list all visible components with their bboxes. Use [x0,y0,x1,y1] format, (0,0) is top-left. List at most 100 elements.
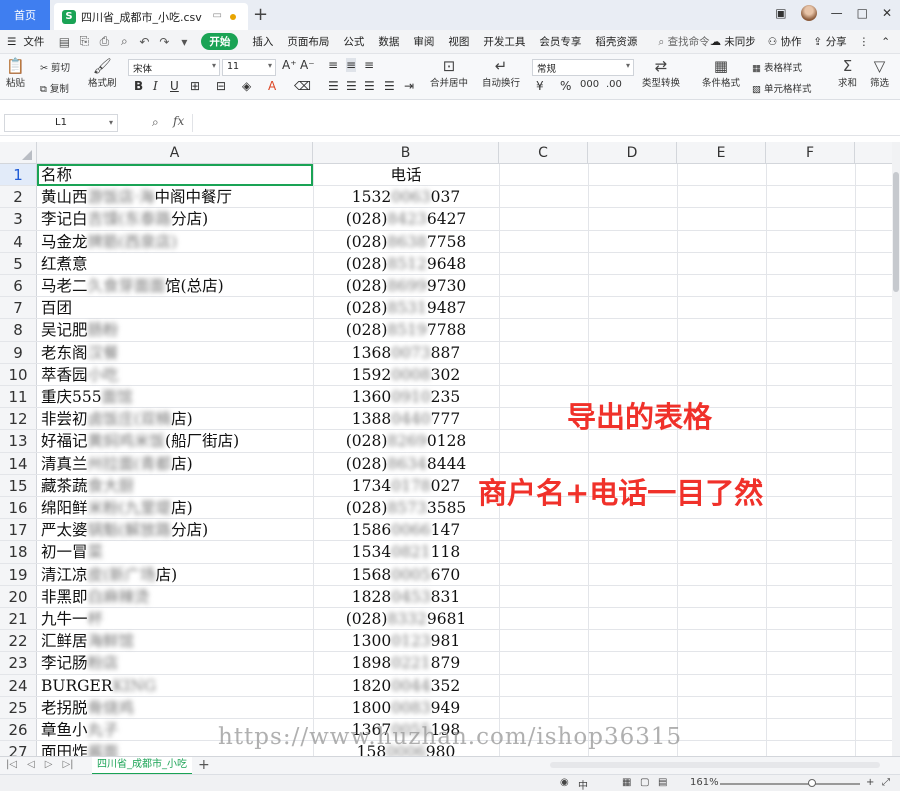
print-icon[interactable]: ⎙ [96,34,112,50]
zoom-slider-knob[interactable] [808,779,816,787]
row-header[interactable]: 11 [0,386,37,408]
row-header[interactable]: 7 [0,297,37,319]
first-sheet-icon[interactable]: |◁ [6,759,17,770]
cell-phone[interactable]: 15920008302 [313,364,499,385]
percent-button[interactable]: % [560,79,571,93]
row-header[interactable]: 23 [0,652,37,674]
cell-name[interactable]: 马老二久食芽面面馆(总店) [41,275,224,296]
column-header-f[interactable]: F [766,142,855,164]
column-header-d[interactable]: D [588,142,677,164]
cell-name[interactable]: 重庆555面馆 [41,386,133,407]
print-preview-icon[interactable]: ⌕ [116,34,132,50]
zoom-in-icon[interactable]: + [866,777,874,788]
cell-phone[interactable]: (028)83329681 [313,608,499,629]
cell-name[interactable]: BURGERKING [41,675,156,696]
select-all-corner[interactable] [0,142,37,164]
cell-phone[interactable]: 13000123981 [313,630,499,651]
page-layout-view-icon[interactable]: ▢ [640,777,649,788]
increase-font-icon[interactable]: A⁺ [282,58,297,72]
row-header[interactable]: 12 [0,408,37,430]
column-header-c[interactable]: C [499,142,588,164]
decrease-font-icon[interactable]: A⁻ [300,58,315,72]
bold-icon[interactable]: B [134,79,143,93]
font-size-select[interactable]: 11 [222,59,276,76]
menu-item-view[interactable]: 视图 [448,34,469,49]
row-header[interactable]: 14 [0,452,37,474]
minimize-icon[interactable]: — [831,6,843,20]
table-style-button[interactable]: ▦ 表格样式 [752,60,802,74]
cell-name[interactable]: 汇鲜居海鲜馆 [41,630,134,651]
layout-icon[interactable]: ▣ [775,6,786,20]
cell-phone[interactable]: 17340178027 [313,475,499,496]
border-icon[interactable]: ⊞ [190,79,200,93]
cell-phone[interactable]: 18000083949 [313,697,499,718]
align-bottom-icon[interactable]: ≡ [364,58,374,72]
avatar[interactable] [800,5,817,21]
align-left-icon[interactable]: ☰ [328,79,339,93]
cell-phone[interactable]: (028)86348444 [313,453,499,474]
more-icon[interactable]: ⋮ [859,36,870,48]
cell-name[interactable]: 清真兰州拉面(青都店) [41,453,193,474]
close-icon[interactable]: ✕ [882,6,892,20]
cell-name[interactable]: 老拐脱骨烧鸡 [41,697,134,718]
fx-icon[interactable]: fx [173,114,184,128]
merge-border-icon[interactable]: ⊟ [216,79,226,93]
prev-sheet-icon[interactable]: ◁ [27,759,35,770]
zoom-level[interactable]: 161% [690,777,719,788]
indent-icon[interactable]: ⇥ [404,79,414,93]
row-header[interactable]: 16 [0,497,37,519]
hamburger-menu-icon[interactable]: ☰ [7,36,16,48]
menu-item-insert[interactable]: 插入 [252,34,273,49]
cell-phone[interactable]: (028)82690128 [313,430,499,451]
row-header[interactable]: 22 [0,630,37,652]
cell-name[interactable]: 老东阁汉餐 [41,342,119,363]
undo-icon[interactable]: ↶ [136,34,152,50]
menu-item-data[interactable]: 数据 [378,34,399,49]
cell-name[interactable]: 初一冒菜 [41,541,103,562]
input-mode[interactable]: 中 [578,777,588,791]
number-format-select[interactable]: 常规 [532,59,634,76]
sync-status[interactable]: ☁ 未同步 [710,34,755,49]
cell-phone[interactable]: 电话 [313,164,499,185]
last-sheet-icon[interactable]: ▷| [62,759,73,770]
cell-name[interactable]: 藏茶蔬食大厨 [41,475,134,496]
cell-name[interactable]: 李记肠粉店 [41,652,119,673]
row-header[interactable]: 27 [0,741,37,756]
row-header[interactable]: 18 [0,541,37,563]
cell-phone[interactable]: 13680073887 [313,342,499,363]
menu-item-page-layout[interactable]: 页面布局 [287,34,329,49]
collaborate-button[interactable]: ⚇ 协作 [768,34,802,49]
row-header[interactable]: 21 [0,608,37,630]
row-header[interactable]: 26 [0,719,37,741]
fullscreen-icon[interactable]: ⤢ [882,777,890,788]
row-header[interactable]: 2 [0,186,37,208]
clear-icon[interactable]: ⌫ [294,79,311,93]
redo-icon[interactable]: ↷ [156,34,172,50]
row-header[interactable]: 10 [0,363,37,385]
cell-name[interactable]: 好福记黄焖鸡米饭(船厂街店) [41,430,239,451]
cell-phone[interactable]: (028)84236427 [313,208,499,229]
align-top-icon[interactable]: ≡ [328,58,338,72]
cell-phone[interactable]: (028)86999730 [313,275,499,296]
vertical-scrollbar[interactable] [892,142,900,756]
page-break-view-icon[interactable]: ▤ [658,777,667,788]
justify-icon[interactable]: ☰ [384,79,395,93]
cell-phone[interactable]: (028)85129648 [313,253,499,274]
cell-name[interactable]: 非黑即白麻辣烫 [41,586,150,607]
underline-icon[interactable]: U [170,79,179,93]
row-header[interactable]: 3 [0,208,37,230]
cell-phone[interactable]: 18980221879 [313,652,499,673]
cell-name[interactable]: 萃香园小吃 [41,364,119,385]
cell-phone[interactable]: 18280453831 [313,586,499,607]
row-header[interactable]: 24 [0,674,37,696]
add-sheet-button[interactable]: + [198,757,210,773]
zoom-slider[interactable] [720,779,860,787]
align-center-icon[interactable]: ☰ [346,79,357,93]
new-tab-button[interactable]: + [253,4,268,25]
cell-phone[interactable]: (028)86387758 [313,231,499,252]
name-box[interactable]: L1 [4,114,118,132]
export-pdf-icon[interactable]: ⎘ [76,34,92,50]
menu-item-developer[interactable]: 开发工具 [483,34,525,49]
row-header[interactable]: 1 [0,164,37,186]
cell-phone[interactable]: 13600910235 [313,386,499,407]
